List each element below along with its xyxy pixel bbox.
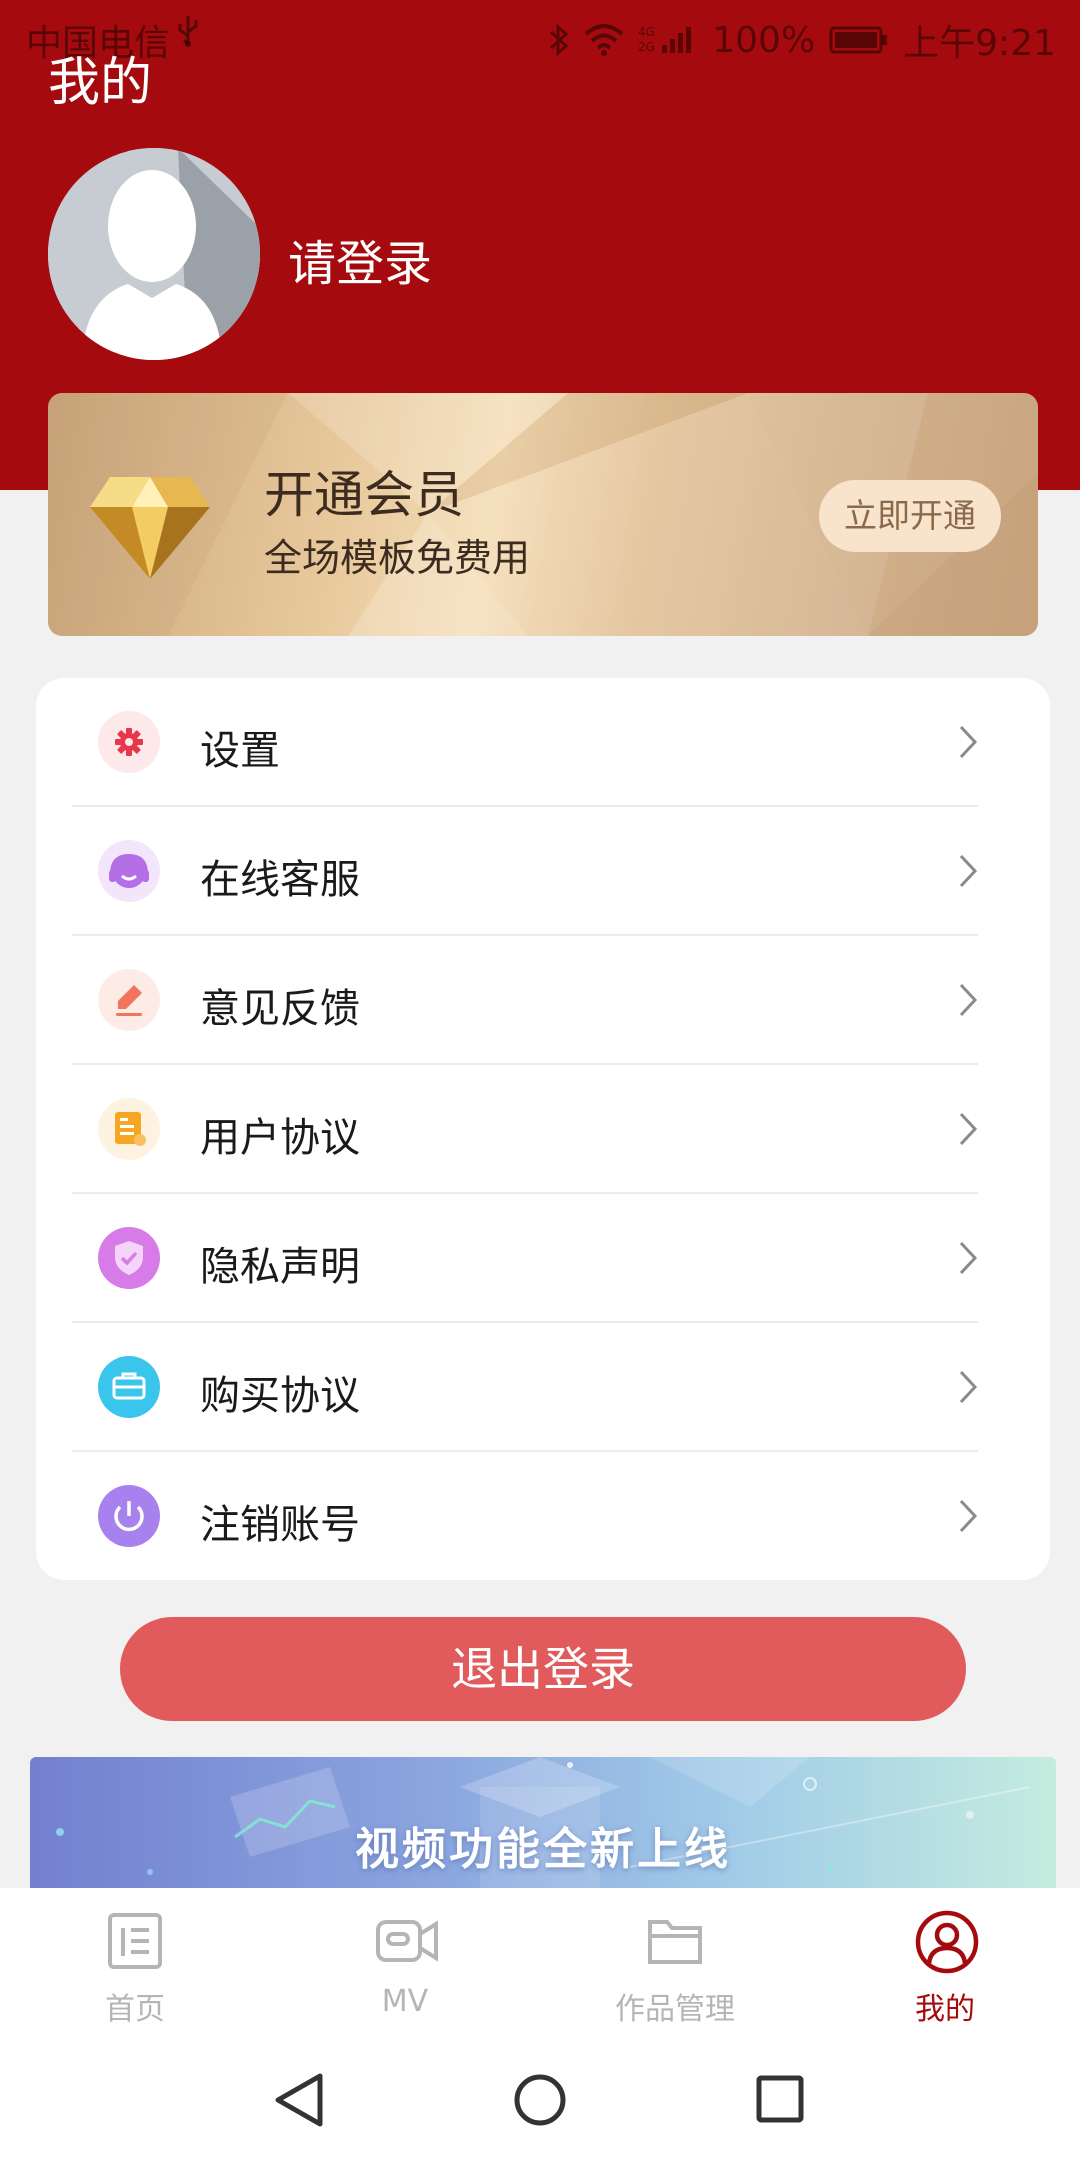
menu-item-cancel-account[interactable]: 注销账号 — [36, 1452, 1014, 1581]
logout-button[interactable]: 退出登录 — [120, 1617, 966, 1721]
chevron-right-icon — [959, 1112, 978, 1146]
tab-profile[interactable]: 我的 — [810, 1888, 1080, 2040]
chevron-right-icon — [959, 854, 978, 888]
profile-icon — [915, 1910, 979, 1974]
power-icon — [98, 1485, 160, 1547]
vip-title: 开通会员 — [264, 466, 464, 524]
page-title: 我的 — [48, 53, 153, 113]
bottom-tab-bar: 首页 MV 作品管理 我的 — [0, 1888, 1080, 2040]
promo-banner[interactable]: 视频功能全新上线 — [30, 1757, 1056, 1889]
feedback-pen-icon — [98, 969, 160, 1031]
signal-icon: 4G 2G — [638, 23, 698, 57]
gear-icon — [98, 711, 160, 773]
login-prompt[interactable]: 请登录 — [288, 224, 432, 294]
vip-activate-button[interactable]: 立即开通 — [819, 480, 1001, 552]
chevron-right-icon — [959, 725, 978, 759]
tab-label: 我的 — [915, 1992, 975, 2027]
document-icon — [98, 1098, 160, 1160]
system-navigation-bar — [0, 2040, 1080, 2160]
vip-membership-card[interactable]: 开通会员 全场模板免费用 立即开通 — [48, 393, 1038, 636]
briefcase-icon — [98, 1356, 160, 1418]
tab-label: MV — [381, 1984, 429, 2019]
tab-works[interactable]: 作品管理 — [540, 1888, 810, 2040]
menu-item-online-support[interactable]: 在线客服 — [36, 807, 1014, 936]
usb-icon — [176, 14, 200, 48]
chevron-right-icon — [959, 1241, 978, 1275]
menu-item-label: 注销账号 — [200, 1502, 360, 1548]
home-list-icon — [108, 1913, 162, 1969]
video-camera-icon — [376, 1920, 438, 1962]
svg-text:4G: 4G — [638, 25, 655, 39]
wifi-icon — [584, 24, 624, 56]
tab-home[interactable]: 首页 — [0, 1888, 270, 2040]
tab-label: 首页 — [105, 1992, 165, 2027]
menu-item-user-agreement[interactable]: 用户协议 — [36, 1065, 1014, 1194]
menu-item-label: 设置 — [200, 728, 280, 774]
menu-item-label: 隐私声明 — [200, 1244, 360, 1290]
chevron-right-icon — [959, 1370, 978, 1404]
avatar[interactable] — [48, 148, 260, 360]
menu-item-privacy[interactable]: 隐私声明 — [36, 1194, 1014, 1323]
promo-banner-text: 视频功能全新上线 — [355, 1824, 731, 1875]
profile-screen: 中国电信 4G 2G 100% 上午9:21 我的 请登录 开通会员 全场模板免… — [0, 0, 1080, 2160]
menu-item-label: 在线客服 — [200, 857, 360, 903]
menu-list: 设置 在线客服 意见反馈 用户协议 隐私声明 购买协议 注销账号 — [36, 678, 1050, 1580]
back-icon[interactable] — [272, 2070, 328, 2130]
tab-label: 作品管理 — [615, 1992, 735, 2027]
diamond-icon — [90, 477, 210, 579]
home-circle-icon[interactable] — [512, 2070, 568, 2130]
chevron-right-icon — [959, 983, 978, 1017]
status-bar: 中国电信 4G 2G 100% 上午9:21 — [0, 0, 1080, 72]
shield-icon — [98, 1227, 160, 1289]
menu-item-feedback[interactable]: 意见反馈 — [36, 936, 1014, 1065]
recent-apps-icon[interactable] — [752, 2070, 808, 2130]
svg-text:2G: 2G — [638, 40, 655, 54]
clock: 上午9:21 — [903, 23, 1056, 64]
menu-item-label: 意见反馈 — [200, 986, 360, 1032]
tab-mv[interactable]: MV — [270, 1888, 540, 2040]
bluetooth-icon — [548, 22, 570, 58]
battery-percent: 100% — [712, 19, 816, 61]
battery-icon — [829, 25, 889, 55]
default-avatar-icon — [48, 148, 260, 360]
headset-icon — [98, 840, 160, 902]
vip-subtitle: 全场模板免费用 — [264, 536, 531, 580]
menu-item-purchase-agreement[interactable]: 购买协议 — [36, 1323, 1014, 1452]
chevron-right-icon — [959, 1499, 978, 1533]
menu-item-label: 用户协议 — [200, 1115, 360, 1161]
menu-item-settings[interactable]: 设置 — [36, 678, 1014, 807]
menu-item-label: 购买协议 — [200, 1373, 360, 1419]
folder-icon — [648, 1920, 702, 1964]
